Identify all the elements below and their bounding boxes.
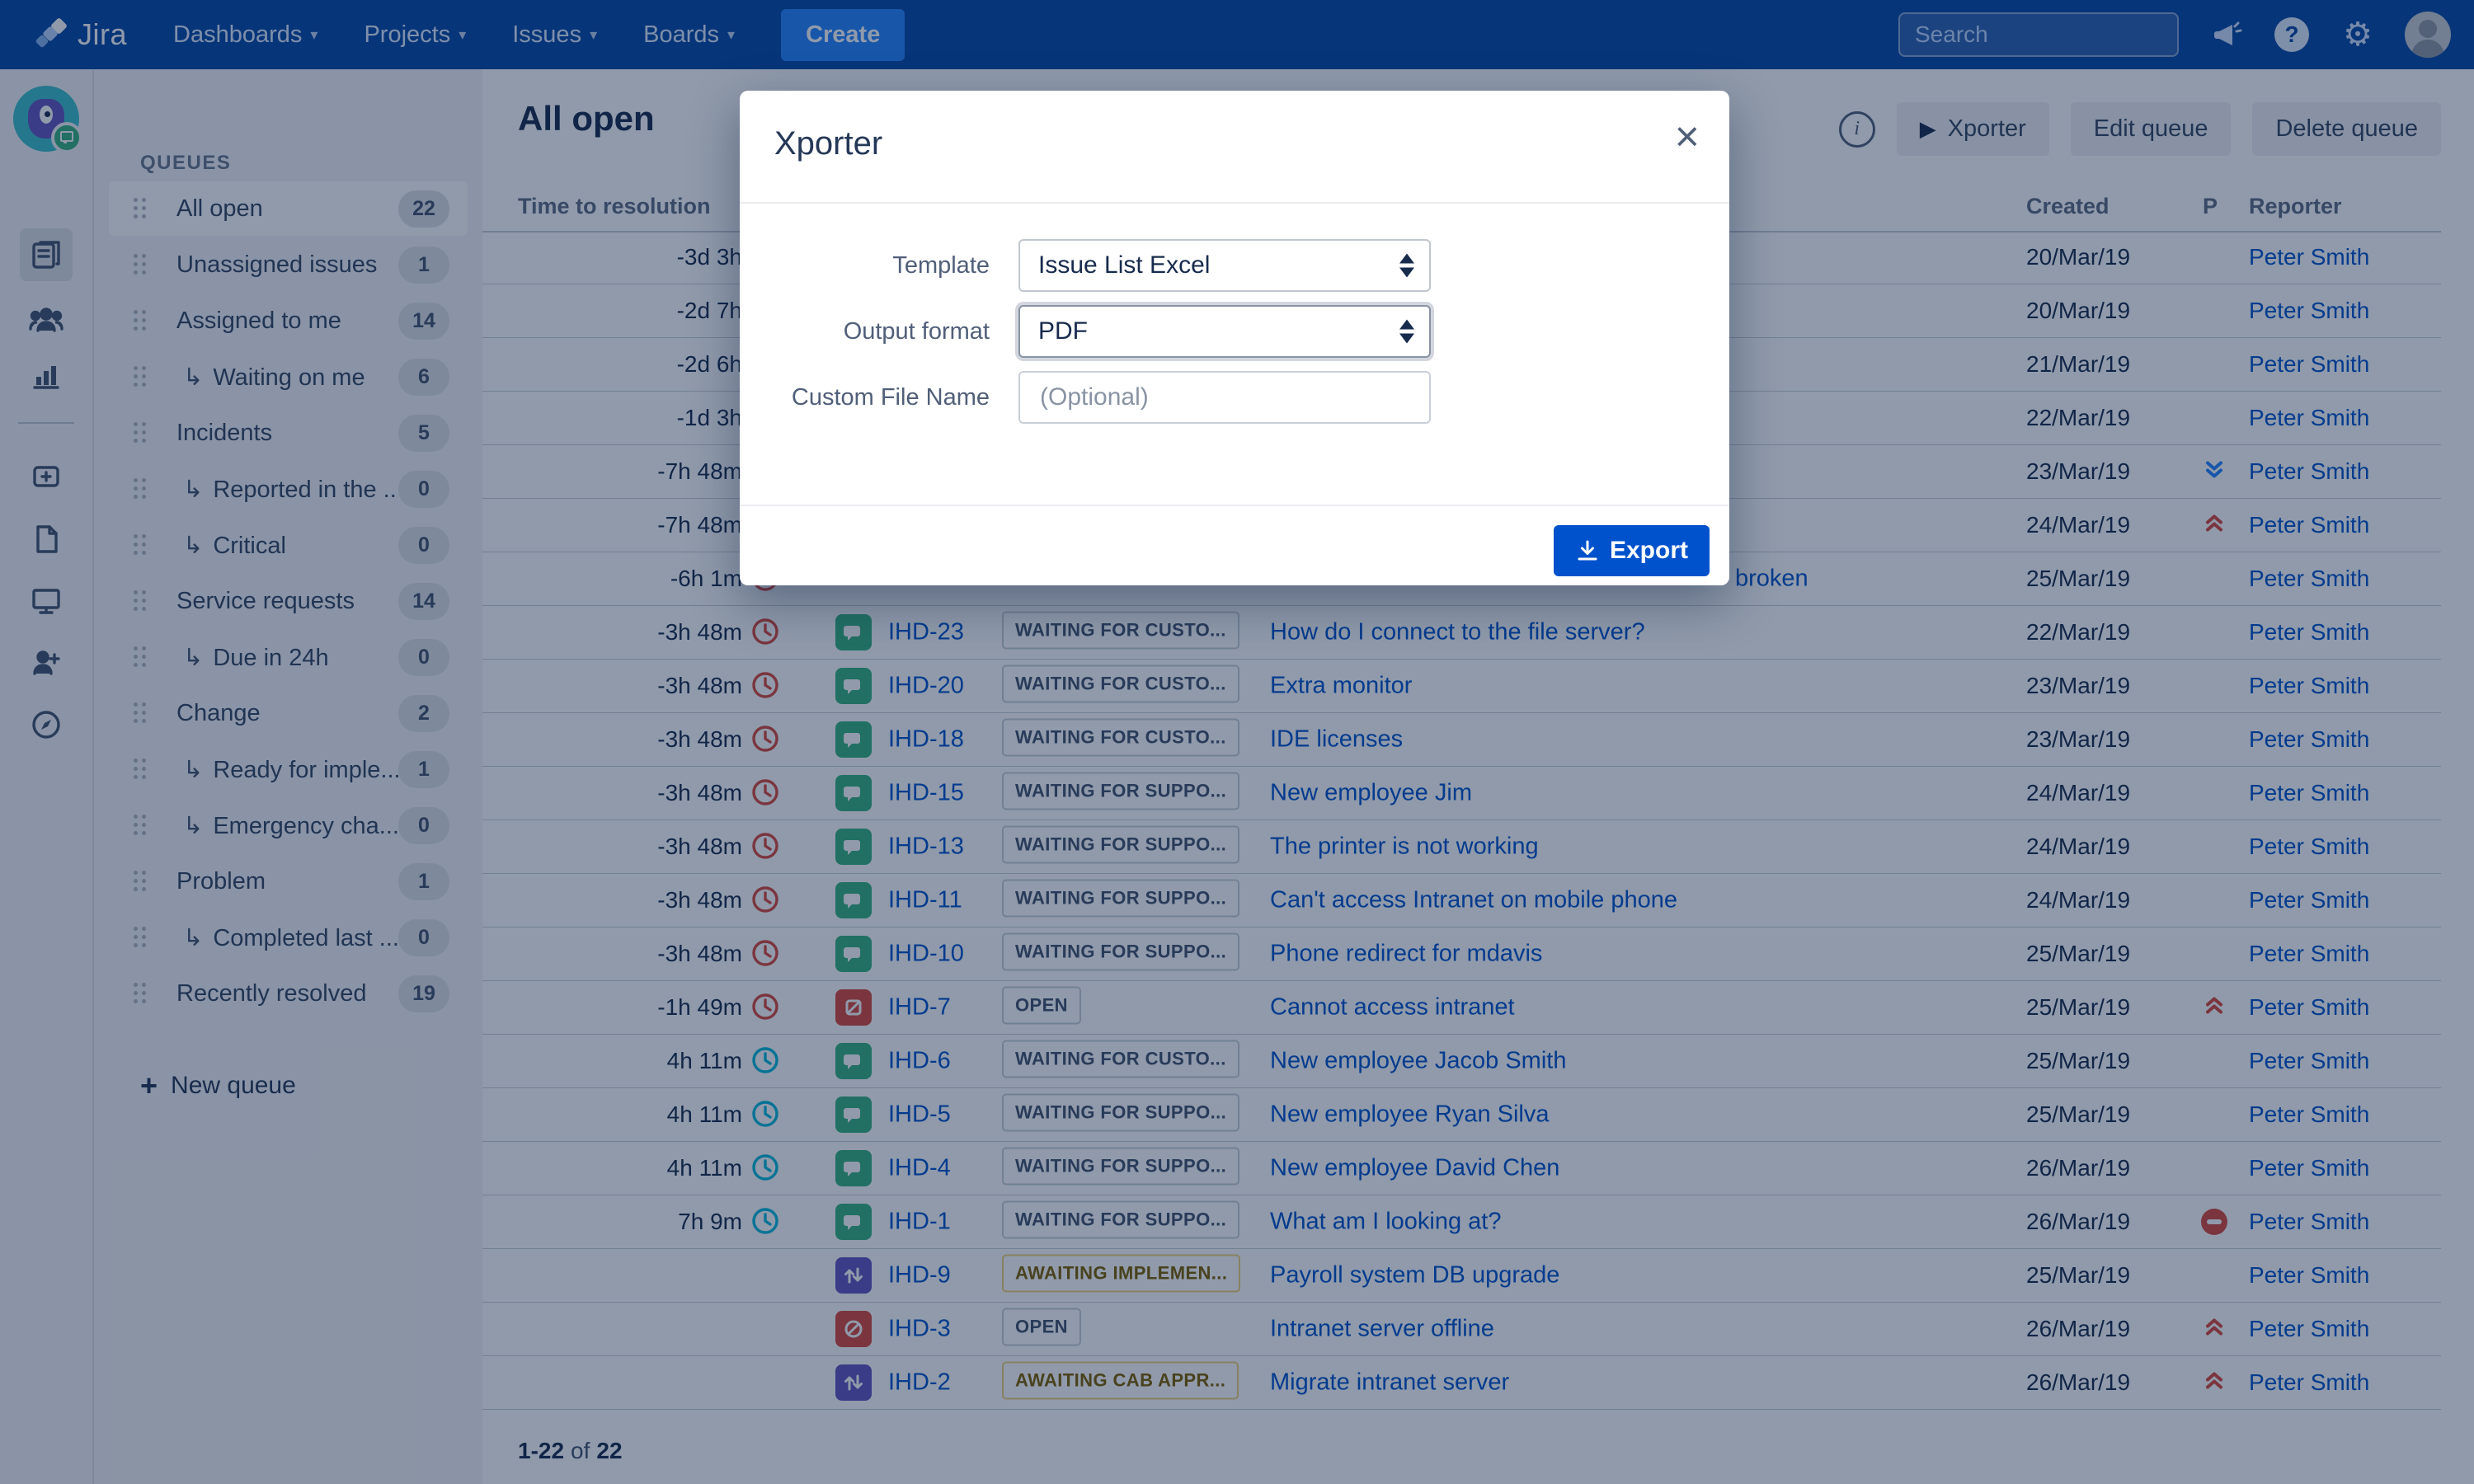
xporter-dialog: Xporter × Template Issue List Excel Outp… <box>740 91 1729 585</box>
custom-file-name-field-row: Custom File Name <box>740 371 1729 424</box>
export-button[interactable]: Export <box>1554 525 1710 576</box>
dialog-title: Xporter <box>774 125 882 162</box>
dialog-header-divider <box>740 202 1729 204</box>
output-format-field-row: Output format PDF <box>740 305 1729 358</box>
template-label: Template <box>740 252 990 279</box>
template-select[interactable]: Issue List Excel <box>1018 239 1431 292</box>
download-icon <box>1575 538 1600 563</box>
custom-file-name-input[interactable] <box>1038 383 1411 412</box>
close-icon[interactable]: × <box>1675 112 1700 162</box>
output-format-select[interactable]: PDF <box>1018 305 1431 358</box>
custom-file-name-box <box>1018 371 1431 424</box>
select-stepper-icon <box>1399 254 1414 278</box>
dialog-footer-divider <box>740 505 1729 506</box>
output-format-label: Output format <box>740 318 990 345</box>
custom-file-name-label: Custom File Name <box>740 384 990 411</box>
select-stepper-icon <box>1399 320 1414 344</box>
template-field-row: Template Issue List Excel <box>740 239 1729 292</box>
